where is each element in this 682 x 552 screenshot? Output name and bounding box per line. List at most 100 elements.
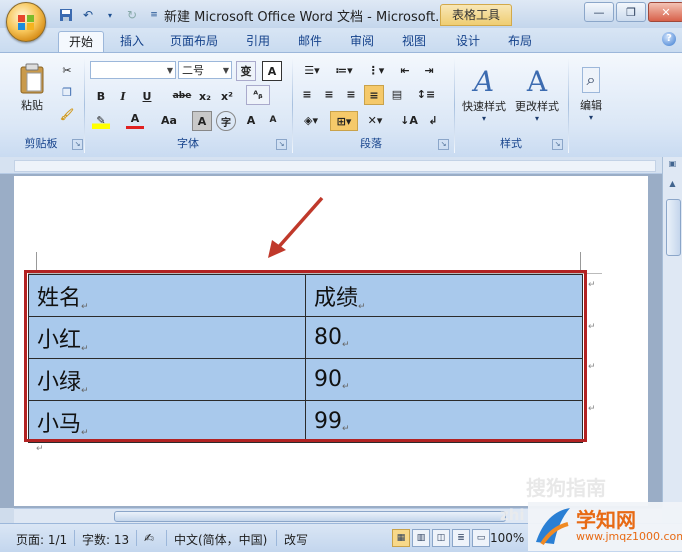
align-center-icon[interactable]: ≡ <box>320 85 338 103</box>
cut-icon[interactable]: ✂ <box>58 61 76 79</box>
shrink-font-button[interactable]: A <box>264 111 282 129</box>
sort-icon[interactable]: ↓A <box>398 111 420 129</box>
vertical-scrollbar[interactable]: ▣ ▲ <box>662 157 682 507</box>
clear-formatting-icon[interactable]: ᴬᵦ <box>246 85 270 105</box>
sougou-watermark: 搜狗指南 <box>526 476 606 500</box>
distributed-icon[interactable]: ▤ <box>388 85 406 103</box>
font-group-label: 字体 <box>177 137 199 150</box>
quick-styles-icon: A <box>473 65 495 98</box>
change-case-button[interactable]: Aa <box>158 111 180 129</box>
justify-icon[interactable]: ≡ <box>364 85 384 105</box>
tab-view[interactable]: 视图 <box>394 31 434 52</box>
editing-button[interactable]: ⌕ 编辑 ▾ <box>572 59 610 129</box>
overtype-mode[interactable]: 改写 <box>284 531 308 548</box>
numbering-icon[interactable]: ≔▾ <box>330 61 358 79</box>
outline-view-icon[interactable]: ≣ <box>452 529 470 547</box>
quick-styles-button[interactable]: A 快速样式 ▾ <box>458 59 510 129</box>
customize-qat-icon[interactable]: ≡ <box>146 7 162 23</box>
undo-dropdown-icon[interactable]: ▾ <box>102 7 118 23</box>
font-size-combo[interactable]: 二号 ▼ <box>178 61 232 79</box>
tab-design[interactable]: 设计 <box>448 31 488 52</box>
decrease-indent-icon[interactable]: ⇤ <box>396 61 414 79</box>
tab-insert[interactable]: 插入 <box>112 31 152 52</box>
scroll-up-icon[interactable]: ▲ <box>666 179 679 191</box>
change-styles-button[interactable]: A 更改样式 ▾ <box>512 59 562 129</box>
subscript-button[interactable]: x₂ <box>196 87 214 105</box>
clipboard-launcher-icon[interactable]: ↘ <box>72 139 83 150</box>
phonetic-guide-icon[interactable]: 变 <box>236 61 256 81</box>
restore-button[interactable]: ❐ <box>616 2 646 22</box>
tab-page-layout[interactable]: 页面布局 <box>164 31 224 52</box>
binoculars-icon: ⌕ <box>581 66 601 93</box>
proofing-icon[interactable]: ✍ <box>144 531 154 545</box>
styles-launcher-icon[interactable]: ↘ <box>552 139 563 150</box>
paragraph-launcher-icon[interactable]: ↘ <box>438 139 449 150</box>
tab-references[interactable]: 引用 <box>238 31 278 52</box>
highlight-icon[interactable]: ✎ <box>92 111 110 129</box>
underline-button[interactable]: U <box>138 87 156 105</box>
chevron-down-icon: ▾ <box>588 112 593 122</box>
italic-button[interactable]: I <box>114 87 132 105</box>
strikethrough-button[interactable]: abe <box>170 87 194 105</box>
web-layout-view-icon[interactable]: ◫ <box>432 529 450 547</box>
undo-icon[interactable]: ↶ <box>80 7 96 23</box>
tab-home[interactable]: 开始 <box>58 31 104 53</box>
show-formatting-icon[interactable]: ↲ <box>424 111 442 129</box>
grow-font-button[interactable]: A <box>242 111 260 129</box>
paste-button[interactable]: 粘贴 <box>12 59 52 117</box>
shading-icon[interactable]: ◈▾ <box>298 111 324 129</box>
group-separator <box>454 57 455 153</box>
tab-mailings[interactable]: 邮件 <box>290 31 330 52</box>
superscript-button[interactable]: x² <box>218 87 236 105</box>
redo-icon[interactable]: ↻ <box>124 7 140 23</box>
font-color-button[interactable]: A <box>126 111 144 129</box>
ruler-toggle-icon[interactable]: ▣ <box>666 159 679 171</box>
scroll-thumb[interactable] <box>114 511 506 522</box>
align-left-icon[interactable]: ≡ <box>298 85 316 103</box>
line-spacing-icon[interactable]: ↕≡ <box>412 85 440 103</box>
tab-layout[interactable]: 布局 <box>500 31 540 52</box>
chevron-down-icon: ▼ <box>222 66 229 75</box>
save-icon[interactable] <box>58 7 74 23</box>
full-screen-reading-view-icon[interactable]: ▥ <box>412 529 430 547</box>
scroll-thumb[interactable] <box>666 199 681 256</box>
align-right-icon[interactable]: ≡ <box>342 85 360 103</box>
draft-view-icon[interactable]: ▭ <box>472 529 490 547</box>
language-indicator[interactable]: 中文(简体，中国) <box>174 531 267 548</box>
chinese-layout-icon[interactable]: ✕▾ <box>362 111 388 129</box>
font-launcher-icon[interactable]: ↘ <box>276 139 287 150</box>
print-layout-view-icon[interactable]: ▦ <box>392 529 410 547</box>
word-count[interactable]: 字数: 13 <box>82 531 129 548</box>
close-button[interactable]: ✕ <box>648 2 682 22</box>
page-count[interactable]: 页面: 1/1 <box>16 531 67 548</box>
borders-icon[interactable]: ⊞▾ <box>330 111 358 131</box>
minimize-button[interactable]: — <box>584 2 614 22</box>
bullets-icon[interactable]: ☰▾ <box>298 61 326 79</box>
enclose-characters-icon[interactable]: 字 <box>216 111 236 131</box>
quick-styles-label: 快速样式 <box>462 100 506 113</box>
help-icon[interactable]: ? <box>662 32 676 46</box>
horizontal-ruler[interactable] <box>0 157 662 174</box>
font-name-combo[interactable]: ▼ <box>90 61 176 79</box>
zoom-level[interactable]: 100% <box>490 531 524 545</box>
tab-review[interactable]: 审阅 <box>342 31 382 52</box>
status-separator <box>276 530 277 546</box>
chevron-down-icon: ▾ <box>481 114 486 123</box>
multilevel-list-icon[interactable]: ⋮▾ <box>362 61 390 79</box>
increase-indent-icon[interactable]: ⇥ <box>420 61 438 79</box>
end-of-row-mark: ↵ <box>588 280 596 290</box>
format-painter-icon[interactable]: 🖌 <box>58 105 76 123</box>
character-shading-button[interactable]: A <box>192 111 212 131</box>
bold-button[interactable]: B <box>92 87 110 105</box>
office-button[interactable] <box>6 2 46 42</box>
character-border-icon[interactable]: A <box>262 61 282 81</box>
ribbon: 粘贴 ✂ ❐ 🖌 剪贴板 ↘ ▼ 二号 ▼ 变 A B I U abe x₂ x²… <box>0 52 682 158</box>
styles-group-label: 样式 <box>500 137 522 150</box>
clipboard-group-label: 剪贴板 <box>24 137 58 150</box>
copy-icon[interactable]: ❐ <box>58 83 76 101</box>
site-watermark-name: 学知网 <box>576 508 636 532</box>
margin-mark <box>36 252 37 270</box>
window-controls: — ❐ ✕ <box>584 2 682 22</box>
paragraph-mark: ↵ <box>36 444 44 454</box>
site-logo-icon <box>536 508 570 546</box>
